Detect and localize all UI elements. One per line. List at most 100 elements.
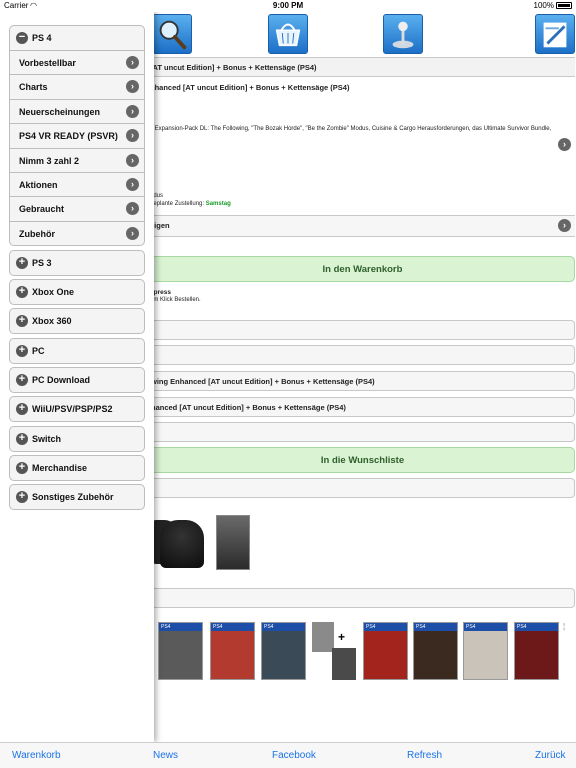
menu-group-label: PC	[32, 346, 45, 356]
clock: 9:00 PM	[272, 1, 304, 10]
game-thumb[interactable]: PS4	[210, 622, 255, 680]
thumb-label: PS4	[414, 623, 457, 631]
sidebar-item-charts[interactable]: Charts ›	[10, 74, 144, 98]
plus-icon: +	[16, 433, 28, 445]
battery-icon	[556, 2, 572, 9]
beanie-image-2[interactable]	[160, 520, 204, 568]
sidebar-item-label: Aktionen	[19, 179, 58, 190]
chevron-right-icon: ›	[126, 153, 139, 167]
chevron-right-icon: ›	[126, 202, 139, 216]
sidebar-item-label: Nimm 3 zahl 2	[19, 155, 80, 166]
sidebar-item-label: Gebraucht	[19, 204, 65, 215]
menu-group-header[interactable]: + WiiU/PSV/PSP/PS2	[10, 397, 144, 421]
menu-group-header[interactable]: + Sonstiges Zubehör	[10, 485, 144, 509]
menu-group-header[interactable]: − PS 4	[10, 26, 144, 50]
sidebar-item-zubehoer[interactable]: Zubehör ›	[10, 220, 144, 245]
menu-group-merchandise[interactable]: + Merchandise	[9, 455, 145, 481]
menu-group-header[interactable]: + Xbox 360	[10, 309, 144, 333]
game-thumb[interactable]: PS4	[463, 622, 508, 680]
plus-icon: +	[16, 286, 28, 298]
menu-group-ps4[interactable]: − PS 4 Vorbestellbar › Charts › Neuerschein…	[9, 25, 145, 247]
sidebar-item-psvr[interactable]: PS4 VR READY (PSVR) ›	[10, 123, 144, 147]
product-title: [AT uncut Edition] + Bonus + Kettensäge …	[150, 63, 317, 72]
menu-group-label: Xbox 360	[32, 316, 72, 326]
delivery-info: geplante Zustellung: Samstag	[150, 201, 231, 207]
tab-refresh[interactable]: Refresh	[407, 750, 442, 761]
game-thumb[interactable]: PS4	[413, 622, 458, 680]
tab-facebook[interactable]: Facebook	[272, 750, 316, 761]
thumb-label: PS4	[262, 623, 305, 631]
tab-warenkorb[interactable]: Warenkorb	[12, 750, 61, 761]
menu-group-header[interactable]: + Xbox One	[10, 280, 144, 304]
menu-group-pc-download[interactable]: + PC Download	[9, 367, 145, 393]
minus-icon: −	[16, 32, 28, 44]
menu-group-label: PS 4	[32, 33, 52, 43]
menu-group-pc[interactable]: + PC	[9, 338, 145, 364]
menu-group-label: Switch	[32, 434, 62, 444]
plus-icon: +	[16, 345, 28, 357]
tab-zurueck[interactable]: Zurück	[535, 750, 566, 761]
menu-group-xbox-one[interactable]: + Xbox One	[9, 279, 145, 305]
menu-group-header[interactable]: + PS 3	[10, 251, 144, 275]
edit-icon[interactable]	[535, 14, 575, 54]
game-thumb[interactable]: PS4	[158, 622, 203, 680]
sidebar-item-vorbestellbar[interactable]: Vorbestellbar ›	[10, 50, 144, 74]
chevron-right-icon: ›	[126, 129, 139, 143]
thumb-label: PS4	[159, 623, 202, 631]
menu-group-label: Merchandise	[32, 463, 88, 473]
sidebar-item-label: Vorbestellbar	[19, 58, 76, 68]
chevron-right-icon[interactable]: ›	[558, 138, 571, 151]
menu-group-label: WiiU/PSV/PSP/PS2	[32, 404, 113, 414]
thumb-cover	[515, 631, 558, 679]
game-thumb[interactable]: PS4	[363, 622, 408, 680]
delivery-label: geplante Zustellung:	[150, 201, 205, 207]
sidebar-item-nimm-3[interactable]: Nimm 3 zahl 2 ›	[10, 147, 144, 172]
product-description: s Expansion-Pack DL: The Following, "The…	[150, 126, 552, 132]
thumb-cover	[332, 648, 356, 680]
search-icon[interactable]	[152, 14, 192, 54]
chevron-right-icon[interactable]: ›	[558, 219, 571, 232]
menu-group-wiiu[interactable]: + WiiU/PSV/PSP/PS2	[9, 396, 145, 422]
sidebar-item-aktionen[interactable]: Aktionen ›	[10, 171, 144, 196]
plus-icon: +	[16, 491, 28, 503]
thumb-cover	[312, 622, 334, 652]
joystick-icon[interactable]	[383, 14, 423, 54]
thumb-cover	[464, 631, 507, 679]
plus-icon: +	[338, 630, 346, 644]
menu-group-label: Sonstiges Zubehör	[32, 492, 114, 502]
plus-icon: +	[16, 257, 28, 269]
game-thumb[interactable]: PS4	[514, 622, 559, 680]
thumb-cover	[159, 631, 202, 679]
menu-group-header[interactable]: + Switch	[10, 427, 144, 451]
menu-group-sonstiges[interactable]: + Sonstiges Zubehör	[9, 484, 145, 510]
express-description: em Klick Bestellen.	[150, 297, 201, 303]
menu-group-label: Xbox One	[32, 287, 75, 297]
thumb-label: PS4	[211, 623, 254, 631]
sidebar-item-label: PS4 VR READY (PSVR)	[19, 131, 118, 142]
plus-icon: +	[16, 403, 28, 415]
sidebar-item-label: Zubehör	[19, 228, 55, 239]
menu-group-ps3[interactable]: + PS 3	[9, 250, 145, 276]
game-thumb[interactable]: PS4	[261, 622, 306, 680]
thumb-label: PS4	[515, 623, 558, 631]
thumb-label: PS4	[364, 623, 407, 631]
menu-group-header[interactable]: + PC	[10, 339, 144, 363]
tab-news[interactable]: News	[153, 750, 178, 761]
thumb-cover	[262, 631, 305, 679]
basket-icon[interactable]	[268, 14, 308, 54]
menu-group-xbox-360[interactable]: + Xbox 360	[9, 308, 145, 334]
sidebar-item-neuerscheinungen[interactable]: Neuerscheinungen ›	[10, 98, 144, 123]
battery-percent: 100%	[533, 1, 554, 10]
menu-group-header[interactable]: + Merchandise	[10, 456, 144, 480]
menu-group-header[interactable]: + PC Download	[10, 368, 144, 392]
category-drawer: − PS 4 Vorbestellbar › Charts › Neuerschein…	[0, 12, 154, 742]
menu-group-switch[interactable]: + Switch	[9, 426, 145, 452]
related-row-2-label: hanced [AT uncut Edition] + Bonus + Kett…	[151, 403, 346, 412]
steelbook-image[interactable]	[216, 515, 250, 570]
thumb-cover	[211, 631, 254, 679]
game-thumb-bundle[interactable]	[312, 622, 357, 680]
chevron-right-icon: ›	[126, 80, 139, 94]
plus-icon: +	[16, 462, 28, 474]
sidebar-item-gebraucht[interactable]: Gebraucht ›	[10, 196, 144, 220]
thumb-label: PS4	[464, 623, 507, 631]
